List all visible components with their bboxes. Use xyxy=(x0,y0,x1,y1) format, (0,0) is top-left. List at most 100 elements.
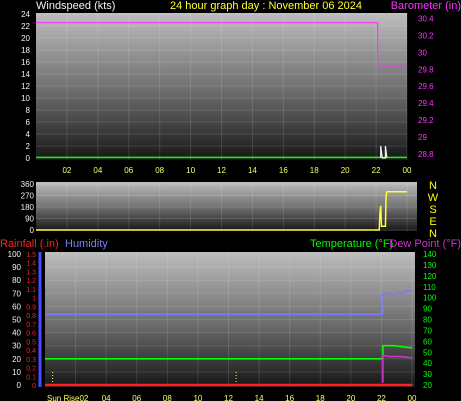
humidity-tick-label: 30 xyxy=(12,342,21,351)
temperature-tick-label: 50 xyxy=(423,348,432,357)
windspeed-tick-label: 8 xyxy=(26,106,31,115)
windspeed-axis-title: Windspeed (kts) xyxy=(36,0,115,12)
x-tick-label: 20 xyxy=(341,166,350,175)
temperature-tick-label: 90 xyxy=(423,305,432,314)
windspeed-tick-label: 0 xyxy=(26,154,31,163)
x-tick-label: 20 xyxy=(346,394,355,401)
chart-title: 24 hour graph day : November 06 2024 xyxy=(170,0,362,12)
temperature-tick-label: 40 xyxy=(423,359,432,368)
windspeed-tick-label: 18 xyxy=(21,46,30,55)
rainfall-legend: Rainfall (.in) xyxy=(0,238,59,250)
temperature-tick-label: 20 xyxy=(423,381,432,390)
humidity-legend: Humidity xyxy=(65,238,108,250)
rainfall-tick-label: 1.4 xyxy=(26,261,36,268)
humidity-tick-label: 80 xyxy=(12,276,21,285)
weather-graph: Windspeed (kts) 24 hour graph day : Nove… xyxy=(0,0,461,401)
humidity-tick-label: 90 xyxy=(12,263,21,272)
windspeed-tick-label: 22 xyxy=(21,22,30,31)
x-tick-label: 18 xyxy=(310,166,319,175)
barometer-tick-label: 29.4 xyxy=(418,99,434,108)
direction-tick-label: 360 xyxy=(21,180,35,189)
x-axis-labels-top: 02 04 06 08 10 12 14 16 18 20 22 00 xyxy=(62,166,412,175)
barometer-tick-label: 28.8 xyxy=(418,150,434,159)
rainfall-tick-label: 0.2 xyxy=(26,366,36,373)
compass-direction-labels: NWSEN xyxy=(428,180,439,240)
rainfall-tick-label: 1.3 xyxy=(26,269,36,276)
x-tick-label: 10 xyxy=(193,394,202,401)
rainfall-tick-label: 1.2 xyxy=(26,278,36,285)
barometer-tick-label: 30.4 xyxy=(418,14,434,23)
x-tick-label: 02 xyxy=(62,166,71,175)
humidity-tick-label: 20 xyxy=(12,355,21,364)
compass-label: E xyxy=(429,216,436,228)
barometer-axis-title: Barometer (in) xyxy=(391,0,461,12)
x-tick-label: 08 xyxy=(155,166,164,175)
barometer-tick-label: 29 xyxy=(418,133,427,142)
windspeed-tick-label: 16 xyxy=(21,58,30,67)
x-tick-label: 12 xyxy=(224,394,233,401)
x-tick-label: 06 xyxy=(132,394,141,401)
windspeed-tick-label: 12 xyxy=(21,82,30,91)
temperature-tick-label: 30 xyxy=(423,370,432,379)
windspeed-tick-label: 4 xyxy=(26,130,31,139)
rainfall-tick-label: 0.8 xyxy=(26,313,36,320)
rainfall-tick-label: 0.3 xyxy=(26,357,36,364)
rainfall-tick-label: 0.9 xyxy=(26,304,36,311)
x-tick-label: 06 xyxy=(124,166,133,175)
temperature-tick-label: 110 xyxy=(423,283,436,292)
humidity-tick-label: 60 xyxy=(12,302,21,311)
direction-tick-label: 180 xyxy=(21,203,35,212)
rainfall-tick-label: 0.5 xyxy=(26,339,36,346)
windspeed-tick-label: 14 xyxy=(21,70,30,79)
humidity-tick-label: 40 xyxy=(12,329,21,338)
x-tick-label: Sun Rise02 xyxy=(47,394,89,401)
x-axis-labels-bottom: Sun Rise02 04 06 08 10 12 14 16 18 20 22 00 xyxy=(47,394,417,401)
temperature-tick-label: 130 xyxy=(423,261,437,270)
rainfall-tick-label: 0.7 xyxy=(26,322,36,329)
temperature-tick-label: 120 xyxy=(423,272,437,281)
windspeed-tick-label: 20 xyxy=(21,34,30,43)
x-tick-label: 14 xyxy=(255,394,264,401)
x-tick-label: 08 xyxy=(163,394,172,401)
rainfall-tick-label: 1.5 xyxy=(26,252,36,259)
windspeed-tick-label: 6 xyxy=(26,118,31,127)
windspeed-tick-label: 2 xyxy=(26,142,31,151)
humidity-tick-label: 10 xyxy=(12,368,21,377)
rainfall-tick-label: 0 xyxy=(32,383,36,390)
windspeed-tick-label: 10 xyxy=(21,94,30,103)
barometer-tick-label: 29.2 xyxy=(418,116,434,125)
x-tick-label: 22 xyxy=(377,394,386,401)
rainfall-tick-label: 1.1 xyxy=(26,287,36,294)
direction-tick-label: 0 xyxy=(30,226,35,235)
temperature-tick-label: 140 xyxy=(423,250,437,259)
x-tick-label: 18 xyxy=(316,394,325,401)
barometer-tick-label: 30.2 xyxy=(418,31,434,40)
x-tick-label: 22 xyxy=(372,166,381,175)
compass-label: S xyxy=(429,204,436,216)
temperature-tick-label: 70 xyxy=(423,326,432,335)
barometer-tick-label: 29.8 xyxy=(418,65,434,74)
humidity-tick-label: 100 xyxy=(8,250,22,259)
x-tick-label: 12 xyxy=(217,166,226,175)
x-tick-label: 16 xyxy=(279,166,288,175)
direction-tick-label: 270 xyxy=(21,192,35,201)
humidity-tick-label: 50 xyxy=(12,316,21,325)
temperature-tick-label: 80 xyxy=(423,316,432,325)
rainfall-tick-label: 0.6 xyxy=(26,331,36,338)
x-tick-label: 00 xyxy=(403,166,412,175)
wind-direction-ticks: 0 90 180 270 360 xyxy=(21,180,35,235)
temperature-legend: Temperature (°F) xyxy=(310,238,393,250)
x-tick-label: 10 xyxy=(186,166,195,175)
compass-label: W xyxy=(428,192,439,204)
temperature-tick-label: 100 xyxy=(423,294,437,303)
x-tick-label: 16 xyxy=(285,394,294,401)
rainfall-tick-label: 0.1 xyxy=(26,374,36,381)
rainfall-tick-label: 0.4 xyxy=(26,348,36,355)
compass-label: N xyxy=(429,180,437,192)
barometer-tick-label: 29.6 xyxy=(418,82,434,91)
windspeed-tick-label: 24 xyxy=(21,10,30,19)
dewpoint-legend: Dew Point (°F) xyxy=(389,238,461,250)
x-tick-label: 00 xyxy=(408,394,417,401)
rainfall-tick-label: 1 xyxy=(32,296,36,303)
humidity-tick-label: 0 xyxy=(17,381,22,390)
